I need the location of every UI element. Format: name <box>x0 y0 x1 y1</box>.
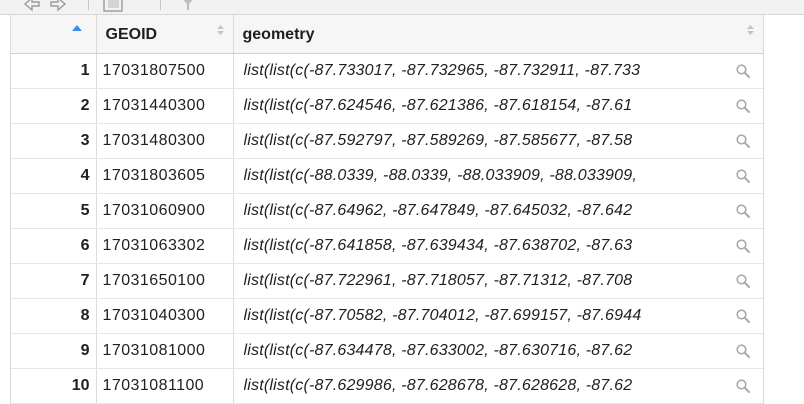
geoid-cell: 17031081100 <box>96 368 234 404</box>
sort-icon <box>216 25 224 35</box>
table-row: 5 17031060900 list(list(c(-87.64962, -87… <box>11 193 763 229</box>
row-number: 2 <box>11 88 97 124</box>
geometry-value: list(list(c(-87.733017, -87.732965, -87.… <box>243 61 641 79</box>
table: GEOID geometry 1 17031807500 list(list(c… <box>11 15 763 404</box>
geometry-cell: list(list(c(-87.64962, -87.647849, -87.6… <box>233 193 763 229</box>
geometry-cell: list(list(c(-87.641858, -87.639434, -87.… <box>233 228 763 264</box>
popout-window-icon[interactable] <box>102 0 126 14</box>
geometry-value: list(list(c(-87.722961, -87.718057, -87.… <box>243 271 633 289</box>
row-number: 5 <box>11 193 97 229</box>
geometry-cell: list(list(c(-87.70582, -87.704012, -87.6… <box>233 298 763 334</box>
geometry-cell: list(list(c(-87.592797, -87.589269, -87.… <box>233 123 763 159</box>
row-number: 3 <box>11 123 97 159</box>
magnifier-icon[interactable] <box>735 98 751 114</box>
magnifier-icon[interactable] <box>735 133 751 149</box>
geometry-value: list(list(c(-87.592797, -87.589269, -87.… <box>243 131 633 149</box>
geometry-value: list(list(c(-87.629986, -87.628678, -87.… <box>243 376 633 394</box>
toolbar-separator <box>160 0 161 10</box>
row-number: 9 <box>11 333 97 369</box>
sort-icon <box>747 25 754 35</box>
row-number: 6 <box>11 228 97 264</box>
magnifier-icon[interactable] <box>735 343 751 359</box>
geometry-cell: list(list(c(-87.733017, -87.732965, -87.… <box>233 53 763 89</box>
column-header-geoid[interactable]: GEOID <box>96 15 234 54</box>
table-row: 8 17031040300 list(list(c(-87.70582, -87… <box>11 298 763 334</box>
geoid-cell: 17031650100 <box>96 263 234 299</box>
geometry-value: list(list(c(-87.64962, -87.647849, -87.6… <box>243 201 633 219</box>
geometry-value: list(list(c(-87.624546, -87.621386, -87.… <box>243 96 633 114</box>
table-header-row: GEOID geometry <box>11 15 763 54</box>
row-number: 8 <box>11 298 97 334</box>
geoid-cell: 17031081000 <box>96 333 234 369</box>
table-row: 6 17031063302 list(list(c(-87.641858, -8… <box>11 228 763 264</box>
magnifier-icon[interactable] <box>735 238 751 254</box>
geoid-cell: 17031040300 <box>96 298 234 334</box>
toolbar-separator <box>88 0 89 10</box>
geoid-cell: 17031803605 <box>96 158 234 194</box>
geoid-cell: 17031063302 <box>96 228 234 264</box>
geometry-cell: list(list(c(-88.0339, -88.0339, -88.0339… <box>233 158 763 194</box>
geometry-value: list(list(c(-87.641858, -87.639434, -87.… <box>243 236 633 254</box>
table-row: 4 17031803605 list(list(c(-88.0339, -88.… <box>11 158 763 194</box>
row-number: 10 <box>11 368 97 404</box>
magnifier-icon[interactable] <box>735 378 751 394</box>
table-row: 10 17031081100 list(list(c(-87.629986, -… <box>11 368 763 404</box>
table-row: 9 17031081000 list(list(c(-87.634478, -8… <box>11 333 763 369</box>
column-header-label: GEOID <box>105 26 158 43</box>
geoid-cell: 17031060900 <box>96 193 234 229</box>
data-table: GEOID geometry 1 17031807500 list(list(c… <box>10 15 764 404</box>
geoid-cell: 17031480300 <box>96 123 234 159</box>
magnifier-icon[interactable] <box>735 308 751 324</box>
table-row: 3 17031480300 list(list(c(-87.592797, -8… <box>11 123 763 159</box>
geoid-cell: 17031440300 <box>96 88 234 124</box>
geoid-cell: 17031807500 <box>96 53 234 89</box>
column-header-label: geometry <box>242 26 315 43</box>
column-header-rownames[interactable] <box>11 15 97 54</box>
row-number: 4 <box>11 158 97 194</box>
arrow-left-icon[interactable] <box>22 0 42 14</box>
table-row: 7 17031650100 list(list(c(-87.722961, -8… <box>11 263 763 299</box>
magnifier-icon[interactable] <box>735 273 751 289</box>
magnifier-icon[interactable] <box>735 203 751 219</box>
geometry-cell: list(list(c(-87.624546, -87.621386, -87.… <box>233 88 763 124</box>
magnifier-icon[interactable] <box>735 168 751 184</box>
sort-ascending-icon <box>72 25 82 31</box>
row-number: 1 <box>11 53 97 89</box>
geometry-cell: list(list(c(-87.722961, -87.718057, -87.… <box>233 263 763 299</box>
geometry-value: list(list(c(-87.70582, -87.704012, -87.6… <box>243 306 642 324</box>
arrow-right-icon[interactable] <box>48 0 68 14</box>
geometry-cell: list(list(c(-87.634478, -87.633002, -87.… <box>233 333 763 369</box>
row-number: 7 <box>11 263 97 299</box>
filter-icon[interactable] <box>178 0 198 14</box>
geometry-value: list(list(c(-88.0339, -88.0339, -88.0339… <box>243 166 637 184</box>
viewer-toolbar <box>0 0 804 15</box>
geometry-cell: list(list(c(-87.629986, -87.628678, -87.… <box>233 368 763 404</box>
magnifier-icon[interactable] <box>735 63 751 79</box>
table-row: 2 17031440300 list(list(c(-87.624546, -8… <box>11 88 763 124</box>
column-header-geometry[interactable]: geometry <box>233 15 763 54</box>
geometry-value: list(list(c(-87.634478, -87.633002, -87.… <box>243 341 633 359</box>
table-row: 1 17031807500 list(list(c(-87.733017, -8… <box>11 53 763 89</box>
